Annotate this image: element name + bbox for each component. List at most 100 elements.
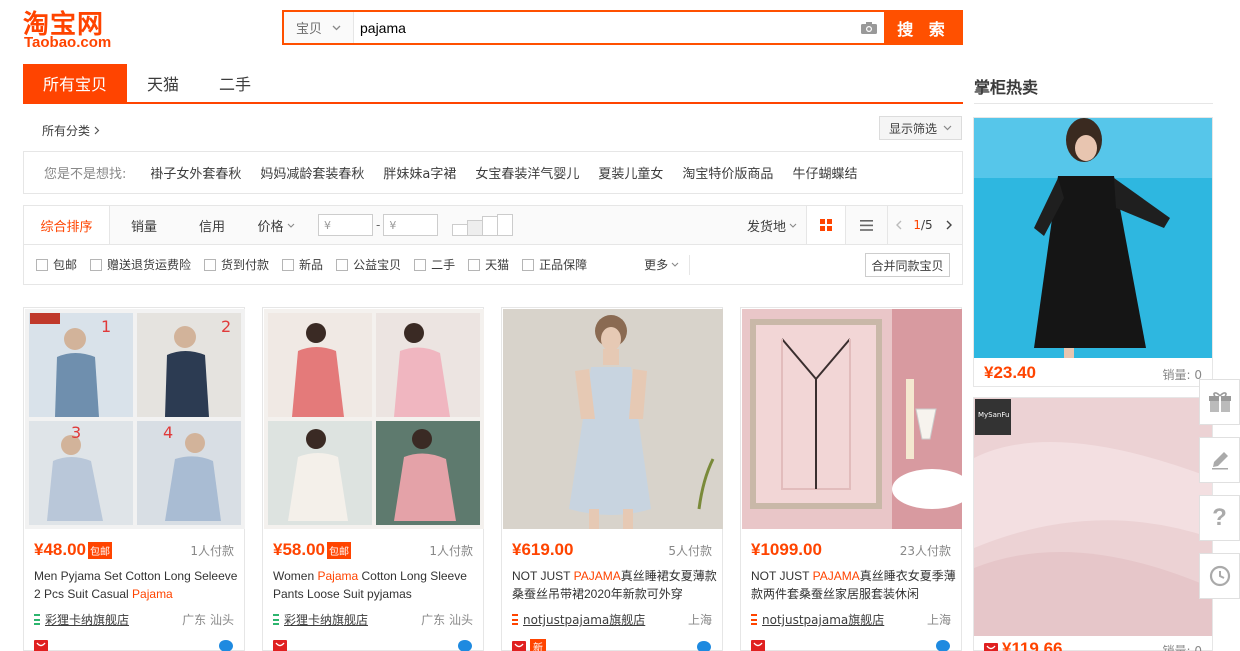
checkbox[interactable] xyxy=(204,258,217,271)
price-min-input[interactable]: ¥ xyxy=(318,214,373,236)
product-card[interactable]: ¥58.00 包邮 1人付款 Women Pajama Cotton Long … xyxy=(262,307,484,651)
filter-label: 赠送退货运费险 xyxy=(107,258,192,272)
paid-count: 1人付款 xyxy=(429,543,473,558)
price-max-input[interactable]: ¥ xyxy=(383,214,439,236)
filter-cod[interactable]: 货到付款 xyxy=(204,256,269,273)
shop-name[interactable]: 彩狸卡纳旗舰店 xyxy=(45,611,129,628)
tmall-icon[interactable] xyxy=(34,640,48,651)
checkbox[interactable] xyxy=(468,258,481,271)
filter-genuine[interactable]: 正品保障 xyxy=(522,256,587,273)
suggestion-item[interactable]: 夏装儿童女 xyxy=(598,163,663,182)
suggestion-item[interactable]: 淘宝特价版商品 xyxy=(682,163,773,182)
badge-row xyxy=(751,639,951,651)
filter-tmall[interactable]: 天猫 xyxy=(468,256,509,273)
title-highlight: Pajama xyxy=(132,587,173,601)
wangwang-icon[interactable] xyxy=(935,639,951,651)
gift-icon[interactable] xyxy=(1199,379,1240,425)
tmall-icon[interactable] xyxy=(751,640,765,651)
show-filter-button[interactable]: 显示筛选 xyxy=(879,116,962,140)
shop-name[interactable]: notjustpajama旗舰店 xyxy=(762,611,884,628)
search-button[interactable]: 搜 索 xyxy=(884,10,963,45)
all-categories-link[interactable]: 所有分类 xyxy=(42,122,100,139)
checkbox[interactable] xyxy=(36,258,48,271)
tab-secondhand[interactable]: 二手 xyxy=(199,64,271,102)
checkbox[interactable] xyxy=(90,258,103,271)
sort-default[interactable]: 综合排序 xyxy=(24,206,110,244)
search-tabs: 所有宝贝 天猫 二手 xyxy=(23,64,963,104)
filter-label: 包邮 xyxy=(53,258,78,272)
price-range-icon[interactable] xyxy=(452,214,514,236)
search-bar: 宝贝 搜 索 xyxy=(282,10,963,45)
wangwang-icon[interactable] xyxy=(457,639,473,651)
checkbox[interactable] xyxy=(336,258,349,271)
ship-from-dropdown[interactable]: 发货地 xyxy=(738,206,806,244)
product-title[interactable]: Women Pajama Cotton Long Sleeve Pants Lo… xyxy=(273,567,478,603)
product-image[interactable] xyxy=(503,309,723,529)
suggestion-item[interactable]: 牛仔蝴蝶结 xyxy=(792,163,857,182)
tmall-icon[interactable] xyxy=(273,640,287,651)
next-page-icon[interactable] xyxy=(936,206,962,244)
shop-name[interactable]: notjustpajama旗舰店 xyxy=(523,611,645,628)
suggestion-label: 您是不是想找: xyxy=(44,167,127,182)
chevron-down-icon xyxy=(943,125,952,131)
filter-return-insurance[interactable]: 赠送退货运费险 xyxy=(90,256,191,273)
product-image[interactable] xyxy=(264,309,484,529)
suggestion-item[interactable]: 胖妹妹a字裙 xyxy=(383,163,456,182)
search-input[interactable] xyxy=(354,12,854,43)
suggestion-item[interactable]: 褂子女外套春秋 xyxy=(150,163,241,182)
sort-sales[interactable]: 销量 xyxy=(110,206,178,244)
checkbox[interactable] xyxy=(414,258,427,271)
merge-same-items-button[interactable]: 合并同款宝贝 xyxy=(865,253,950,277)
product-price: ¥48.00 xyxy=(34,540,86,559)
product-title[interactable]: NOT JUST PAJAMA真丝睡衣女夏季薄款两件套桑蚕丝家居服套装休闲 xyxy=(751,567,956,603)
ship-from-label: 发货地 xyxy=(746,219,786,235)
price-row: ¥48.00 包邮 1人付款 xyxy=(34,540,234,560)
history-clock-icon[interactable] xyxy=(1199,553,1240,599)
tmall-icon[interactable] xyxy=(512,640,526,651)
prev-page-icon[interactable] xyxy=(888,206,910,244)
sort-credit[interactable]: 信用 xyxy=(178,206,246,244)
taobao-logo-en[interactable]: Taobao.com xyxy=(24,34,111,51)
hot-sales-card[interactable]: ¥23.40 销量: 0 xyxy=(973,117,1213,387)
all-categories-label: 所有分类 xyxy=(42,124,91,138)
page-total: /5 xyxy=(920,218,933,232)
product-card[interactable]: ¥619.00 5人付款 NOT JUST PAJAMA真丝睡裙女夏薄款桑蚕丝吊… xyxy=(501,307,723,651)
filter-free-shipping[interactable]: 包邮 xyxy=(36,256,77,273)
hot-sales-card[interactable]: MySanFu ¥119.66 销量: 0 xyxy=(973,397,1213,651)
shop-icon xyxy=(751,614,757,625)
shop-location: 上海 xyxy=(687,613,712,627)
hot-item-price: ¥119.66 xyxy=(1002,639,1063,651)
chevron-down-icon xyxy=(671,262,679,267)
checkbox[interactable] xyxy=(282,258,295,271)
product-card[interactable]: ¥1099.00 23人付款 NOT JUST PAJAMA真丝睡衣女夏季薄款两… xyxy=(740,307,962,651)
product-card[interactable]: 1 2 3 4 ¥48.00 包邮 1人付款 Men Pyjama Set Co… xyxy=(23,307,245,651)
product-image[interactable] xyxy=(742,309,962,529)
tab-all[interactable]: 所有宝贝 xyxy=(23,64,127,102)
checkbox[interactable] xyxy=(522,258,535,271)
grid-view-icon[interactable] xyxy=(806,206,846,244)
search-type-dropdown[interactable]: 宝贝 xyxy=(284,12,354,43)
filter-charity[interactable]: 公益宝贝 xyxy=(336,256,401,273)
suggestion-item[interactable]: 妈妈减龄套装春秋 xyxy=(260,163,364,182)
edit-icon[interactable] xyxy=(1199,437,1240,483)
wangwang-icon[interactable] xyxy=(696,640,712,651)
suggestion-item[interactable]: 女宝春装洋气婴儿 xyxy=(475,163,579,182)
hot-item-image[interactable] xyxy=(974,118,1212,358)
paid-count: 23人付款 xyxy=(899,543,951,558)
shop-icon xyxy=(273,614,279,625)
sort-price[interactable]: 价格 xyxy=(246,206,306,244)
more-filters-button[interactable]: 更多 xyxy=(644,254,691,275)
product-title[interactable]: NOT JUST PAJAMA真丝睡裙女夏薄款桑蚕丝吊带裙2020年新款可外穿 xyxy=(512,567,717,603)
shop-row: notjustpajama旗舰店 上海 xyxy=(751,611,951,628)
camera-icon[interactable] xyxy=(854,12,884,43)
filter-secondhand[interactable]: 二手 xyxy=(414,256,455,273)
list-view-icon[interactable] xyxy=(846,206,888,244)
filter-new[interactable]: 新品 xyxy=(282,256,323,273)
product-image[interactable]: 1 2 3 4 xyxy=(25,309,245,529)
help-icon[interactable]: ? xyxy=(1199,495,1240,541)
product-title[interactable]: Men Pyjama Set Cotton Long Seleeve 2 Pcs… xyxy=(34,567,239,603)
wangwang-icon[interactable] xyxy=(218,639,234,651)
shop-name[interactable]: 彩狸卡纳旗舰店 xyxy=(284,611,368,628)
tab-tmall[interactable]: 天猫 xyxy=(127,64,199,102)
hot-item-image[interactable] xyxy=(974,398,1212,636)
